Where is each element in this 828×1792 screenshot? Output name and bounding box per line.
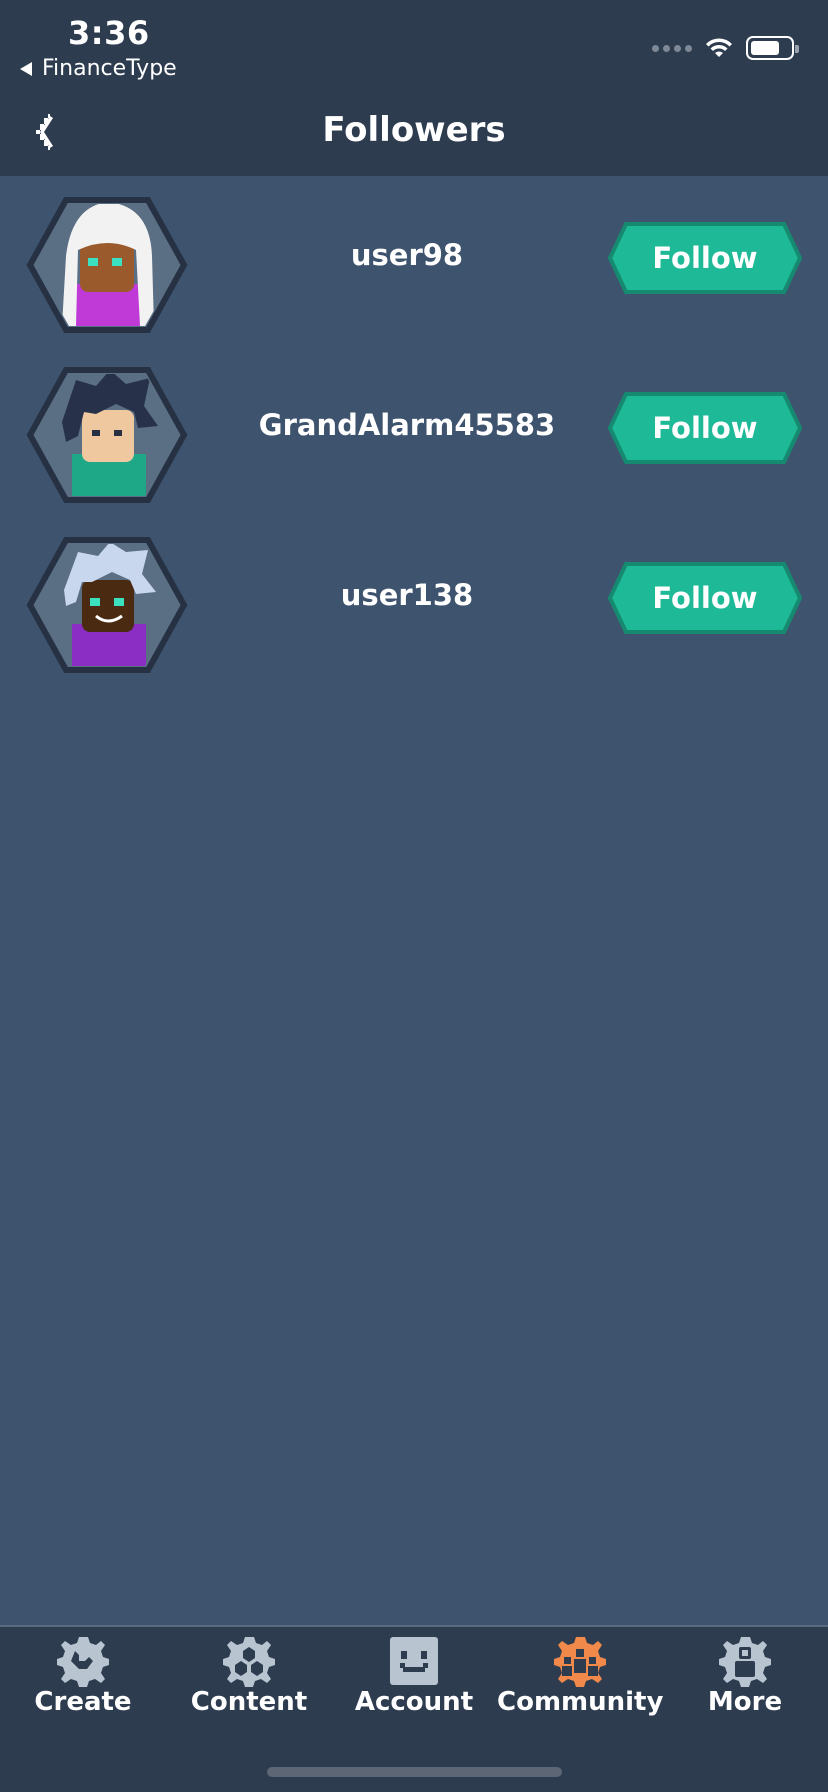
smiley-face-icon xyxy=(390,1637,438,1685)
back-to-app-link[interactable]: FinanceType xyxy=(20,56,177,81)
follow-button[interactable]: Follow xyxy=(608,222,802,294)
back-app-label: FinanceType xyxy=(42,56,177,81)
tab-content-label: Content xyxy=(190,1687,308,1717)
follower-username[interactable]: GrandAlarm45583 xyxy=(200,408,614,442)
follower-username[interactable]: user98 xyxy=(200,238,614,272)
avatar-grandalarm45583[interactable] xyxy=(26,366,188,504)
tab-account[interactable]: Account xyxy=(331,1627,497,1747)
follow-button[interactable]: Follow xyxy=(608,562,802,634)
back-triangle-icon xyxy=(20,61,32,76)
follower-row: user138 Follow xyxy=(0,526,828,676)
follower-username[interactable]: user138 xyxy=(200,578,614,612)
hexagon-cluster-icon xyxy=(223,1637,275,1687)
wifi-icon xyxy=(706,38,732,57)
tab-more[interactable]: More xyxy=(662,1627,828,1747)
battery-icon xyxy=(746,36,799,60)
tab-community-label: Community xyxy=(497,1687,664,1717)
wrench-gear-icon xyxy=(57,1637,109,1687)
status-indicators xyxy=(652,36,799,60)
home-indicator[interactable] xyxy=(267,1767,562,1777)
person-gear-icon xyxy=(719,1637,771,1687)
tab-account-label: Account xyxy=(354,1687,474,1717)
page-title: Followers xyxy=(322,110,506,150)
signal-dots-icon xyxy=(652,44,692,52)
status-time: 3:36 xyxy=(68,14,150,52)
tab-create-label: Create xyxy=(34,1687,132,1717)
top-bar: 3:36 FinanceType Followers xyxy=(0,0,828,176)
follower-row: user98 Follow xyxy=(0,186,828,336)
avatar-user98[interactable] xyxy=(26,196,188,334)
follow-button-label: Follow xyxy=(652,581,758,615)
tab-create[interactable]: Create xyxy=(0,1627,166,1747)
follow-button-label: Follow xyxy=(652,241,758,275)
avatar-user138[interactable] xyxy=(26,536,188,674)
tab-community[interactable]: Community xyxy=(497,1627,663,1747)
follower-row: GrandAlarm45583 Follow xyxy=(0,356,828,506)
follow-button-label: Follow xyxy=(652,411,758,445)
tab-more-label: More xyxy=(707,1687,783,1717)
follow-button[interactable]: Follow xyxy=(608,392,802,464)
people-gear-icon xyxy=(554,1637,606,1687)
tab-content[interactable]: Content xyxy=(166,1627,332,1747)
